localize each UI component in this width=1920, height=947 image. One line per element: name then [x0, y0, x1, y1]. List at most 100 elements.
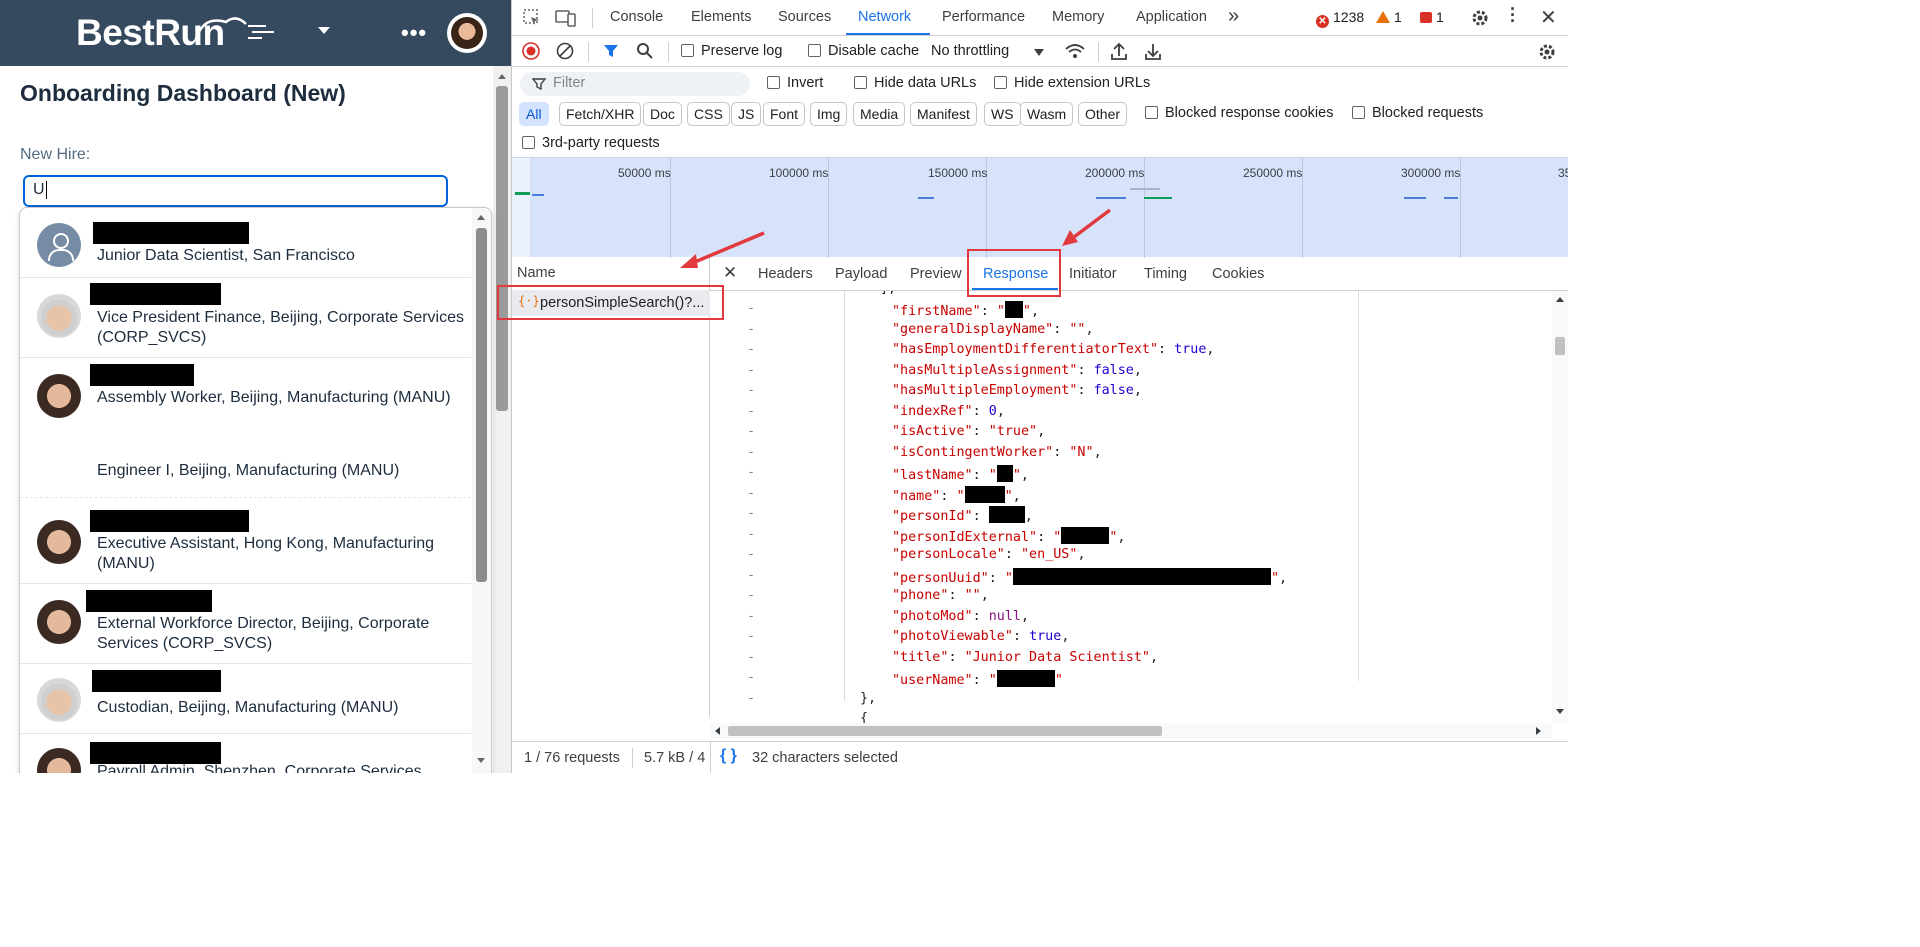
json-value: false [1093, 362, 1134, 378]
pretty-print-icon[interactable]: { } [720, 747, 737, 765]
blocked-requests-checkbox[interactable]: Blocked requests [1352, 105, 1483, 121]
chip-css[interactable]: CSS [687, 102, 730, 126]
suggestion-scroll-thumb[interactable] [476, 228, 487, 582]
throttling-select[interactable]: No throttling [931, 43, 1009, 59]
response-vscroll-thumb[interactable] [1555, 337, 1565, 355]
suggestion-item[interactable]: Vice President Finance, Beijing, Corpora… [20, 278, 471, 358]
tab-network[interactable]: Network [858, 9, 911, 25]
page-scroll-thumb[interactable] [496, 86, 508, 411]
throttling-dropdown-icon[interactable] [1034, 49, 1044, 56]
chip-wasm[interactable]: Wasm [1020, 102, 1074, 126]
network-overview-timeline[interactable]: 50000 ms 100000 ms 150000 ms 200000 ms 2… [512, 157, 1568, 258]
chip-js[interactable]: JS [731, 102, 762, 126]
tab-performance[interactable]: Performance [942, 9, 1025, 25]
response-body-viewer[interactable]: -], -"firstName": "",-"generalDisplayNam… [710, 291, 1550, 723]
clear-icon[interactable] [556, 42, 574, 60]
blocked-requests-label: Blocked requests [1372, 105, 1484, 121]
suggestion-item[interactable]: External Workforce Director, Beijing, Co… [20, 584, 471, 664]
inspect-element-icon[interactable] [522, 8, 542, 28]
tab-application[interactable]: Application [1136, 9, 1207, 25]
network-settings-gear-icon[interactable] [1537, 42, 1557, 62]
page-scrollbar[interactable] [493, 66, 511, 773]
hide-data-urls-checkbox[interactable]: Hide data URLs [854, 75, 976, 91]
user-avatar[interactable] [447, 13, 487, 53]
suggestion-list: Junior Data Scientist, San Francisco Vic… [19, 207, 492, 773]
tab-memory[interactable]: Memory [1052, 9, 1104, 25]
bestrun-logo[interactable]: BestRun [76, 12, 274, 54]
tab-console[interactable]: Console [610, 9, 663, 25]
chip-ws[interactable]: WS [984, 102, 1021, 126]
redacted-name [90, 742, 221, 764]
blocked-response-cookies-checkbox[interactable]: Blocked response cookies [1145, 105, 1333, 121]
json-key: "isActive" [892, 424, 973, 439]
device-toolbar-icon[interactable] [555, 8, 577, 28]
json-key: "generalDisplayName" [892, 321, 1054, 337]
json-key: "title" [892, 649, 949, 665]
search-icon[interactable] [636, 42, 654, 60]
filter-funnel-icon[interactable] [602, 42, 620, 60]
tab-cookies[interactable]: Cookies [1212, 266, 1264, 282]
warning-count[interactable]: 1 [1376, 9, 1402, 25]
redacted-value [964, 485, 1005, 503]
response-vertical-scrollbar[interactable] [1552, 291, 1568, 723]
response-hscroll-thumb[interactable] [728, 726, 1162, 736]
redacted-name [93, 222, 249, 244]
close-devtools-icon[interactable]: ✕ [1540, 5, 1557, 30]
annotation-arrow-icon [1062, 208, 1112, 246]
response-horizontal-scrollbar[interactable] [710, 723, 1552, 739]
timeline-range-handle[interactable] [512, 158, 530, 258]
tab-preview[interactable]: Preview [910, 266, 962, 282]
record-stop-icon[interactable] [522, 42, 540, 60]
warning-count-value: 1 [1394, 9, 1402, 25]
overflow-menu-icon[interactable]: ••• [401, 20, 427, 46]
suggestion-item[interactable]: Executive Assistant, Hong Kong, Manufact… [20, 504, 471, 584]
settings-gear-icon[interactable] [1470, 8, 1490, 28]
suggestion-item[interactable]: Assembly Worker, Beijing, Manufacturing … [20, 358, 471, 498]
chip-img[interactable]: Img [810, 102, 848, 126]
invert-checkbox[interactable]: Invert [767, 75, 823, 91]
product-menu-chevron-icon[interactable] [318, 27, 330, 34]
network-toolbar: Preserve log Disable cache No throttling [512, 36, 1568, 67]
message-count[interactable]: 1 [1420, 9, 1444, 25]
filter-input[interactable]: Filter [520, 72, 750, 96]
page-title: Onboarding Dashboard (New) [20, 80, 346, 106]
suggestion-subtitle: Assembly Worker, Beijing, Manufacturing … [97, 389, 451, 406]
import-har-icon[interactable] [1110, 41, 1128, 61]
network-status-bar: 1 / 76 requests 5.7 kB / 4 { } 32 charac… [512, 741, 1568, 773]
disable-cache-checkbox[interactable]: Disable cache [808, 43, 919, 59]
suggestion-item[interactable]: Junior Data Scientist, San Francisco [20, 210, 471, 278]
json-value: true [1029, 629, 1062, 644]
tab-elements[interactable]: Elements [691, 9, 751, 25]
tab-payload[interactable]: Payload [835, 266, 887, 282]
suggestion-item[interactable]: Custodian, Beijing, Manufacturing (MANU) [20, 664, 471, 734]
network-conditions-icon[interactable] [1065, 42, 1085, 60]
suggestion-item[interactable]: Payroll Admin, Shenzhen, Corporate Servi… [20, 734, 471, 773]
suggestion-subtitle: External Workforce Director, Beijing, Co… [97, 615, 430, 652]
export-har-icon[interactable] [1144, 41, 1162, 61]
chip-font[interactable]: Font [763, 102, 806, 126]
more-tabs-icon[interactable]: » [1228, 5, 1239, 28]
chip-media[interactable]: Media [853, 102, 906, 126]
suggestion-subtitle: Executive Assistant, Hong Kong, Manufact… [97, 535, 435, 572]
third-party-checkbox[interactable]: 3rd-party requests [522, 135, 660, 151]
tab-initiator[interactable]: Initiator [1069, 266, 1117, 282]
chip-manifest[interactable]: Manifest [910, 102, 977, 126]
json-key: "personId" [892, 509, 973, 524]
new-hire-search-input[interactable]: U [23, 175, 448, 207]
chip-fetch-xhr[interactable]: Fetch/XHR [559, 102, 642, 126]
json-value: false [1093, 383, 1134, 398]
kebab-menu-icon[interactable]: · · · [1510, 0, 1516, 30]
hide-extension-urls-checkbox[interactable]: Hide extension URLs [994, 75, 1150, 91]
name-column-header[interactable]: Name [517, 265, 556, 281]
tab-timing[interactable]: Timing [1144, 266, 1187, 282]
chip-all[interactable]: All [519, 102, 549, 126]
preserve-log-checkbox[interactable]: Preserve log [681, 43, 782, 59]
suggestion-scrollbar[interactable] [472, 208, 491, 773]
tab-sources[interactable]: Sources [778, 9, 831, 25]
chip-doc[interactable]: Doc [643, 102, 682, 126]
redacted-name [86, 590, 212, 612]
json-value: "en_US" [1021, 547, 1078, 562]
json-key: "personIdExternal" [892, 529, 1038, 545]
error-count[interactable]: ✕ 1238 [1316, 9, 1364, 28]
chip-other[interactable]: Other [1078, 102, 1128, 126]
